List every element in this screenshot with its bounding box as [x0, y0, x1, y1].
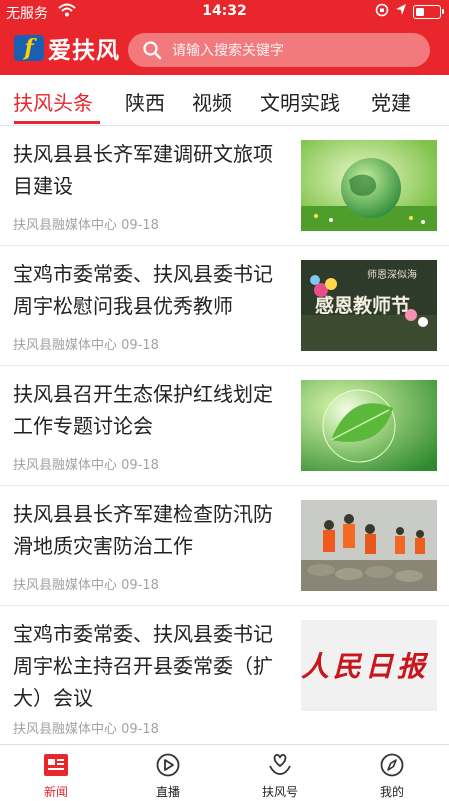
category-tabs: 扶风头条 陕西 视频 文明实践 党建: [0, 75, 449, 126]
status-bar: 无服务 14:32: [0, 0, 449, 24]
news-source: 扶风县融媒体中心: [13, 458, 118, 473]
news-meta: 扶风县融媒体中心 09-18: [13, 334, 159, 353]
news-source: 扶风县融媒体中心: [13, 578, 118, 593]
news-title: 扶风县召开生态保护红线划定工作专题讨论会: [13, 382, 273, 438]
rotation-lock-icon: [375, 3, 389, 21]
app-logo[interactable]: f 爱扶风: [14, 33, 120, 64]
news-date: 09-18: [121, 218, 159, 233]
flood-rescue-image: [301, 500, 437, 591]
news-meta: 扶风县融媒体中心 09-18: [13, 454, 159, 473]
news-title: 宝鸡市委常委、扶风县委书记周宇松主持召开县委常委（扩大）会议: [13, 622, 273, 710]
logo-mark: f: [14, 35, 44, 61]
tabbar-mine[interactable]: 我的: [336, 745, 448, 801]
news-title: 扶风县县长齐军建调研文旅项目建设: [13, 142, 273, 198]
news-item[interactable]: 扶风县召开生态保护红线划定工作专题讨论会 扶风县融媒体中心 09-18: [0, 366, 449, 486]
heart-hand-icon: [269, 754, 291, 775]
tabbar-label: 新闻: [43, 785, 68, 799]
tab-civilization[interactable]: 文明实践: [260, 87, 340, 116]
tabbar-live[interactable]: 直播: [112, 745, 224, 801]
news-meta: 扶风县融媒体中心 09-18: [13, 718, 159, 737]
tabbar-label: 扶风号: [261, 785, 298, 799]
compass-icon: [380, 753, 404, 777]
bottom-tab-bar: 新闻 直播 扶风号 我的: [0, 744, 449, 801]
play-icon: [156, 753, 180, 777]
news-title: 宝鸡市委常委、扶风县委书记周宇松慰问我县优秀教师: [13, 262, 273, 318]
news-date: 09-18: [121, 722, 159, 737]
news-meta: 扶风县融媒体中心 09-18: [13, 214, 159, 233]
search-bar[interactable]: 请输入搜索关键字: [128, 33, 430, 67]
battery-icon: [413, 5, 444, 19]
newspaper-logo-text: 人民日报: [301, 650, 429, 683]
app-header: 无服务 14:32 f 爱扶风 请输入搜索关键字: [0, 0, 449, 75]
tab-video[interactable]: 视频: [192, 87, 232, 116]
active-tab-indicator: [14, 121, 100, 124]
peoples-daily-logo-image: 人民日报: [301, 620, 437, 711]
search-icon: [143, 41, 162, 60]
tab-party[interactable]: 党建: [371, 87, 411, 116]
tabbar-news[interactable]: 新闻: [0, 745, 112, 801]
news-source: 扶风县融媒体中心: [13, 218, 118, 233]
news-date: 09-18: [121, 578, 159, 593]
news-source: 扶风县融媒体中心: [13, 722, 118, 737]
news-date: 09-18: [121, 338, 159, 353]
card-main-text: 感恩教师节: [315, 294, 410, 317]
tabbar-label: 我的: [379, 785, 404, 799]
logo-text: 爱扶风: [48, 37, 120, 64]
location-icon: [395, 3, 407, 21]
news-item[interactable]: 宝鸡市委常委、扶风县委书记周宇松慰问我县优秀教师 扶风县融媒体中心 09-18 …: [0, 246, 449, 366]
tabbar-label: 直播: [155, 785, 180, 799]
leaf-bubble-image: [301, 380, 437, 471]
news-item[interactable]: 宝鸡市委常委、扶风县委书记周宇松主持召开县委常委（扩大）会议 扶风县融媒体中心 …: [0, 606, 449, 741]
news-item[interactable]: 扶风县县长齐军建调研文旅项目建设 扶风县融媒体中心 09-18: [0, 126, 449, 246]
news-source: 扶风县融媒体中心: [13, 338, 118, 353]
tab-shaanxi[interactable]: 陕西: [125, 87, 165, 116]
tabbar-fufeng-account[interactable]: 扶风号: [224, 745, 336, 801]
news-date: 09-18: [121, 458, 159, 473]
news-meta: 扶风县融媒体中心 09-18: [13, 574, 159, 593]
news-title: 扶风县县长齐军建检查防汛防滑地质灾害防治工作: [13, 502, 273, 558]
teachers-day-card-image: 师恩深似海 感恩教师节: [301, 260, 437, 351]
search-placeholder: 请输入搜索关键字: [172, 43, 284, 59]
news-icon: [44, 754, 68, 776]
tab-headlines[interactable]: 扶风头条: [13, 87, 93, 116]
news-item[interactable]: 扶风县县长齐军建检查防汛防滑地质灾害防治工作 扶风县融媒体中心 09-18: [0, 486, 449, 606]
globe-grass-image: [301, 140, 437, 231]
card-top-text: 师恩深似海: [367, 268, 417, 281]
